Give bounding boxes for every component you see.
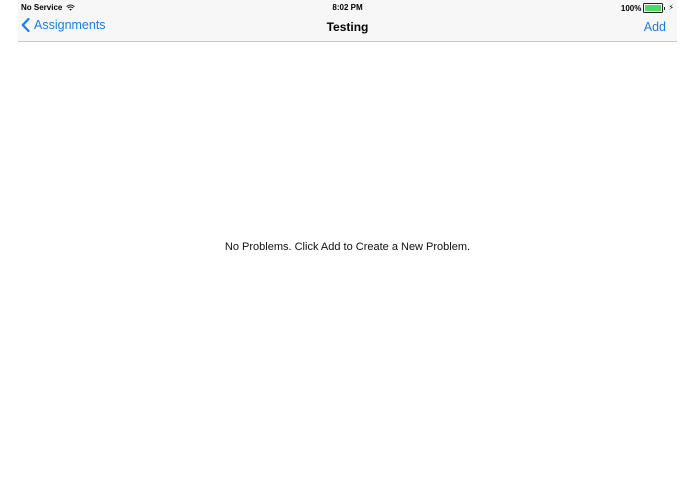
battery-nub bbox=[663, 6, 666, 10]
battery-icon bbox=[643, 3, 666, 13]
lightning-bolt-icon: ⚡ bbox=[668, 3, 674, 12]
battery-fill bbox=[645, 5, 662, 11]
empty-state-message: No Problems. Click Add to Create a New P… bbox=[224, 241, 471, 253]
app-screen: No Service 8:02 PM 100% ⚡ Assignments Te… bbox=[0, 0, 695, 494]
battery-percent: 100% bbox=[620, 3, 642, 13]
add-button[interactable]: Add bbox=[644, 20, 666, 34]
status-time: 8:02 PM bbox=[332, 3, 363, 12]
top-bar: No Service 8:02 PM 100% ⚡ Assignments Te… bbox=[18, 0, 677, 42]
battery-body bbox=[643, 3, 664, 13]
status-bar: No Service 8:02 PM 100% ⚡ bbox=[18, 0, 677, 14]
page-title: Testing bbox=[326, 20, 369, 34]
status-right: 100% ⚡ bbox=[621, 3, 674, 13]
navigation-bar: Assignments Testing Add bbox=[18, 14, 677, 41]
